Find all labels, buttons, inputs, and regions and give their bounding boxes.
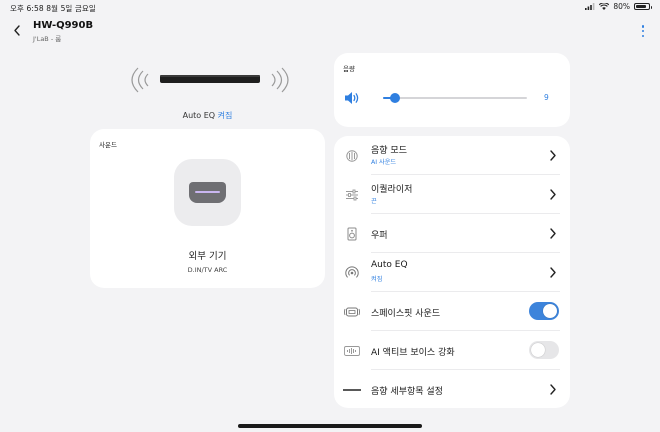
chevron-right-icon: [550, 150, 556, 161]
auto-eq-icon: [343, 264, 361, 282]
settings-card: 음향 모드 AI 사운드 이퀄라이저 끈 우퍼 Auto EQ 켜짐 스페이스핏…: [334, 136, 570, 408]
header: HW-Q990B J'LaB - 룸: [0, 16, 660, 46]
autoeq-state: 켜짐: [217, 111, 233, 120]
voice-toggle[interactable]: [529, 341, 559, 359]
settings-row-title: AI 액티브 보이스 강화: [371, 348, 455, 358]
status-bar: 오후 6:58 8월 5일 금요일 80%: [0, 0, 660, 14]
chevron-left-icon: [14, 24, 20, 36]
wifi-icon: [599, 3, 610, 10]
battery-fill: [636, 5, 646, 8]
settings-row-detail[interactable]: 음향 세부항목 설정: [334, 370, 570, 409]
more-dot: [641, 29, 645, 33]
soundbar-icon: [131, 67, 289, 93]
settings-row-sub: 켜짐: [371, 276, 383, 283]
volume-slider[interactable]: [383, 93, 527, 103]
settings-row-equalizer[interactable]: 이퀄라이저 끈: [334, 175, 570, 214]
source-detail: D.IN/TV ARC: [187, 266, 228, 274]
volume-caption: 음량: [343, 65, 355, 73]
settings-row-sub: 끈: [371, 198, 377, 205]
settings-row-voice: AI 액티브 보이스 강화: [334, 331, 570, 370]
divider-line-icon: [343, 381, 361, 399]
speaker-icon: [343, 225, 361, 243]
volume-slider-thumb[interactable]: [389, 93, 400, 103]
settings-row-title: 우퍼: [371, 231, 388, 241]
settings-row-auto-eq[interactable]: Auto EQ 켜짐: [334, 253, 570, 292]
back-button[interactable]: [10, 22, 24, 38]
toggle-knob: [543, 304, 557, 318]
cellular-icon: [585, 3, 595, 10]
device-name: HW-Q990B: [33, 20, 94, 31]
settings-row-title: 음향 세부항목 설정: [371, 387, 443, 397]
settings-row-title: 스페이스핏 사운드: [371, 309, 441, 319]
device-location: J'LaB - 룸: [33, 35, 62, 43]
settings-row-sound-mode[interactable]: 음향 모드 AI 사운드: [334, 136, 570, 175]
battery-percent: 80%: [613, 2, 630, 11]
equalizer-icon: [343, 186, 361, 204]
toggle-knob: [531, 343, 545, 357]
chevron-right-icon: [550, 228, 556, 239]
source-card[interactable]: 사운드 외부 기기 D.IN/TV ARC: [90, 129, 325, 288]
settings-row-spacefit: 스페이스핏 사운드: [334, 292, 570, 331]
volume-value: 9: [544, 93, 549, 102]
settings-row-title: Auto EQ: [371, 260, 408, 270]
home-indicator[interactable]: [238, 424, 422, 428]
chevron-right-icon: [550, 384, 556, 395]
battery-icon: [634, 3, 652, 10]
more-dot: [641, 34, 645, 37]
settings-row-sub: AI 사운드: [371, 159, 397, 166]
volume-card: 음량 9: [334, 53, 570, 127]
sound-mode-icon: [343, 147, 361, 165]
status-time-date: 오후 6:58 8월 5일 금요일: [10, 4, 96, 13]
more-options-button[interactable]: [638, 23, 648, 39]
soundbar-illustration: [120, 60, 300, 100]
autoeq-label: Auto EQ: [182, 111, 216, 120]
settings-row-woofer[interactable]: 우퍼: [334, 214, 570, 253]
settings-row-title: 이퀄라이저: [371, 185, 413, 195]
chevron-right-icon: [550, 189, 556, 200]
source-card-caption: 사운드: [99, 141, 117, 149]
voice-icon: [343, 342, 361, 360]
autoeq-status: Auto EQ 켜짐: [90, 110, 325, 121]
volume-icon[interactable]: [344, 90, 360, 104]
speaker-volume-icon: [345, 92, 359, 104]
hdmi-icon: [189, 182, 226, 203]
chevron-right-icon: [550, 267, 556, 278]
more-dot: [641, 25, 645, 28]
spacefit-icon: [343, 303, 361, 321]
source-name: 외부 기기: [188, 251, 227, 262]
settings-row-title: 음향 모드: [371, 146, 407, 156]
hdmi-icon-tile: [174, 159, 241, 226]
spacefit-toggle[interactable]: [529, 302, 559, 320]
status-indicators: 80%: [585, 2, 652, 11]
